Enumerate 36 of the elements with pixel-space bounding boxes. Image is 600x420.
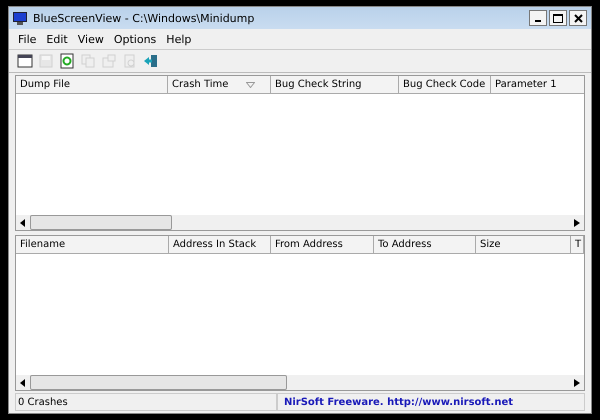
- window-title: BlueScreenView - C:\Windows\Minidump: [33, 12, 256, 24]
- column-header[interactable]: Filename: [16, 236, 169, 253]
- menu-item[interactable]: Edit: [41, 32, 73, 46]
- scroll-right-icon[interactable]: [574, 378, 580, 386]
- horizontal-scrollbar[interactable]: [16, 375, 584, 390]
- scrollbar-thumb[interactable]: [30, 215, 172, 230]
- maximize-button[interactable]: [549, 10, 567, 26]
- scroll-right-icon[interactable]: [574, 218, 580, 226]
- column-header[interactable]: From Address: [271, 236, 374, 253]
- refresh-icon[interactable]: [59, 53, 75, 69]
- scroll-left-icon[interactable]: [20, 218, 26, 226]
- menu-item[interactable]: View: [72, 32, 109, 46]
- close-button[interactable]: [569, 10, 587, 26]
- close-icon[interactable]: [574, 14, 582, 22]
- maximize-icon[interactable]: [553, 14, 563, 22]
- column-header[interactable]: Bug Check Code: [399, 76, 491, 93]
- column-header[interactable]: To Address: [374, 236, 476, 253]
- column-header[interactable]: Dump File: [16, 76, 168, 93]
- menu-item[interactable]: Help: [161, 32, 196, 46]
- column-header[interactable]: Address In Stack: [169, 236, 271, 253]
- credit-link[interactable]: NirSoft Freeware. http://www.nirsoft.net: [277, 393, 585, 411]
- menu-item[interactable]: File: [13, 32, 42, 46]
- exit-icon[interactable]: [143, 53, 159, 69]
- scrollbar-thumb[interactable]: [30, 375, 287, 390]
- monitor-icon: [13, 12, 27, 24]
- scroll-left-icon[interactable]: [20, 378, 26, 386]
- column-header[interactable]: Bug Check String: [271, 76, 399, 93]
- crash-count: 0 Crashes: [15, 393, 277, 411]
- minimize-button[interactable]: [529, 10, 547, 26]
- horizontal-scrollbar[interactable]: [16, 215, 584, 230]
- menu-item[interactable]: Options: [108, 32, 162, 46]
- report-icon[interactable]: [17, 53, 33, 69]
- column-header[interactable]: Crash Time: [168, 76, 271, 93]
- column-header[interactable]: Size: [476, 236, 571, 253]
- column-header[interactable]: Parameter 1: [491, 76, 584, 93]
- column-header[interactable]: T: [571, 236, 584, 253]
